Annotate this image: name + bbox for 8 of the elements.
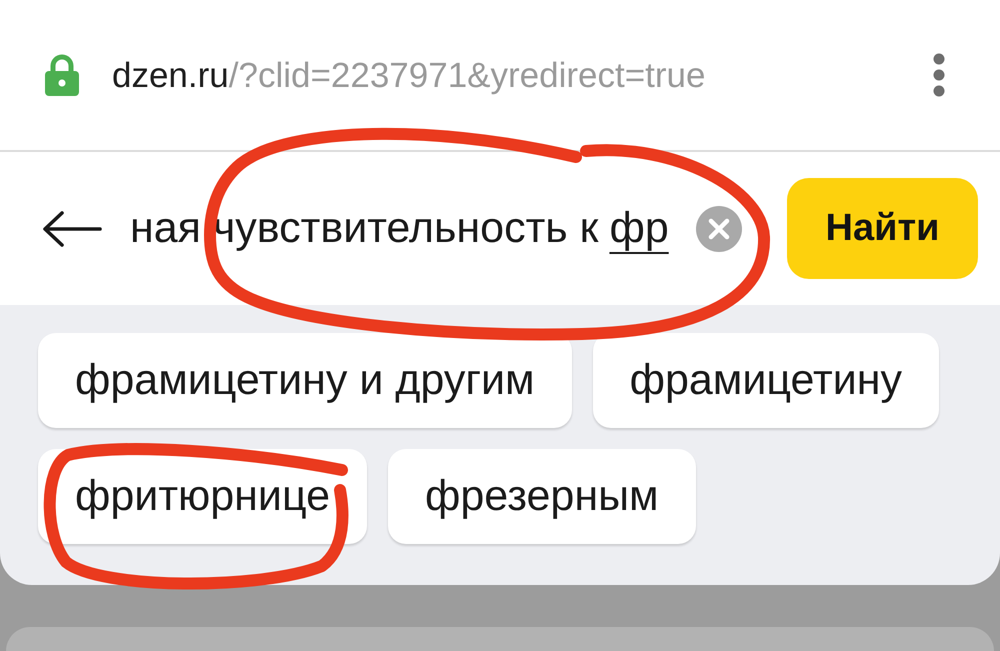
suggestion-chip[interactable]: фрезерным <box>388 449 696 544</box>
search-button[interactable]: Найти <box>787 178 978 279</box>
menu-icon[interactable] <box>932 53 946 97</box>
url-text[interactable]: dzen.ru/?clid=2237971&yredirect=true <box>112 58 706 92</box>
back-arrow-icon[interactable] <box>42 210 102 246</box>
suggestion-chip[interactable]: фрамицетину <box>592 333 939 428</box>
search-field[interactable]: ная чувствительность к фр <box>130 194 690 264</box>
suggestion-chip[interactable]: фрамицетину и другим <box>38 333 572 428</box>
